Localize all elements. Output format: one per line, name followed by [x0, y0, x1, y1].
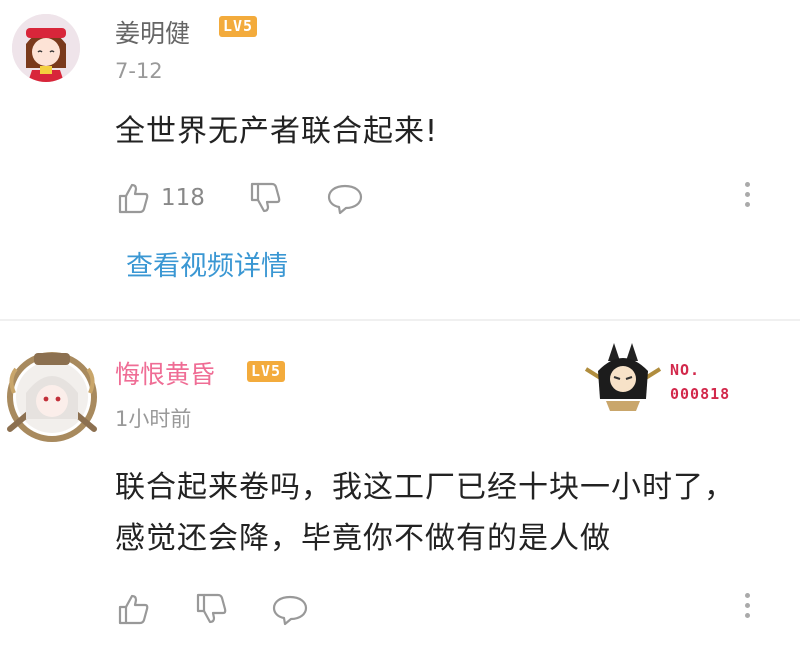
avatar-image	[7, 352, 97, 442]
avatar[interactable]	[12, 14, 80, 82]
like-button[interactable]	[115, 591, 151, 627]
level-badge: LV5	[247, 361, 286, 382]
dislike-icon	[196, 593, 227, 624]
reply-icon	[272, 595, 308, 626]
level-badge: LV5	[219, 16, 258, 37]
fan-badge-no: NO.	[670, 361, 701, 379]
like-count: 118	[161, 185, 205, 211]
more-button[interactable]	[741, 593, 753, 629]
reply-button[interactable]	[326, 180, 364, 216]
more-button[interactable]	[741, 182, 753, 218]
username[interactable]: 悔恨黄昏	[115, 355, 215, 391]
username[interactable]: 姜明健	[115, 14, 190, 50]
reply-icon	[327, 184, 363, 215]
fan-badge-number: 000818	[670, 385, 731, 403]
comment-text: 联合起来卷吗，我这工厂已经十块一小时了，感觉还会降，毕竟你不做有的是人做	[115, 470, 735, 556]
reply-button[interactable]	[271, 591, 309, 627]
like-icon	[118, 594, 149, 625]
dislike-button[interactable]	[247, 180, 283, 216]
avatar[interactable]	[4, 349, 100, 445]
comment-time: 1小时前	[115, 407, 192, 431]
like-button[interactable]: 118	[115, 180, 205, 216]
dislike-button[interactable]	[193, 591, 229, 627]
view-video-link[interactable]: 查看视频详情	[126, 244, 288, 283]
fan-badge-icon	[584, 343, 662, 411]
fan-badge[interactable]: NO. 000818	[580, 341, 750, 411]
avatar-image	[12, 14, 80, 82]
comment-time: 7-12	[115, 59, 163, 83]
dislike-icon	[250, 182, 281, 213]
comment-text: 全世界无产者联合起来!	[115, 114, 439, 149]
more-icon	[741, 182, 753, 207]
more-icon	[741, 593, 753, 618]
like-icon	[118, 183, 149, 214]
comment-item: 姜明健 LV5 7-12 全世界无产者联合起来! 118 查看视频详情	[0, 0, 800, 320]
comment-item: 悔恨黄昏 LV5 1小时前 NO. 000818 联合起来卷吗，我这工厂已经十块…	[0, 321, 800, 649]
